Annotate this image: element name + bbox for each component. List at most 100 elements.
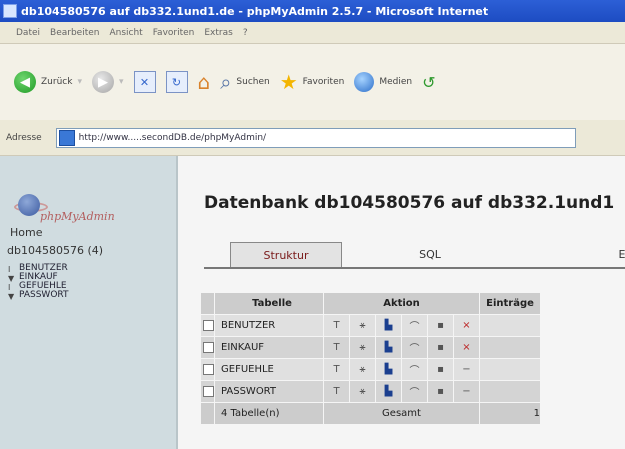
select-icon[interactable]: ⚹ [349, 336, 376, 359]
dropdown-arrow-icon[interactable]: ▾ [77, 77, 82, 87]
search-button[interactable]: ⌕ Suchen [220, 70, 270, 94]
menu-item-extras[interactable]: Extras [204, 28, 232, 38]
table-row: EINKAUF T ⚹ ▙ ⌒ ▪ × [200, 336, 541, 359]
insert-icon[interactable]: ▙ [375, 358, 402, 381]
tab-sql[interactable]: SQL [390, 242, 470, 266]
tab-bar: Struktur SQL E [204, 242, 625, 269]
main-content-frame: Datenbank db104580576 auf db332.1und1 St… [178, 156, 625, 449]
properties-icon[interactable]: ⌒ [401, 380, 428, 403]
back-label: Zurück [41, 77, 73, 87]
row-count-cell [479, 314, 541, 337]
select-icon[interactable]: ⚹ [349, 380, 376, 403]
table-row: GEFUEHLE T ⚹ ▙ ⌒ ▪ − [200, 358, 541, 381]
menu-bar: Datei Bearbeiten Ansicht Favoriten Extra… [0, 22, 625, 44]
header-tabelle: Tabelle [214, 292, 324, 315]
insert-icon[interactable]: ▙ [375, 314, 402, 337]
row-checkbox[interactable] [203, 386, 214, 397]
star-icon: ★ [279, 70, 298, 94]
home-icon[interactable]: ⌂ [198, 70, 211, 94]
menu-item-datei[interactable]: Datei [16, 28, 40, 38]
menu-item-help[interactable]: ? [243, 28, 248, 38]
history-icon[interactable]: ↺ [422, 73, 435, 92]
properties-icon[interactable]: ⌒ [401, 336, 428, 359]
table-name-cell[interactable]: PASSWORT [214, 380, 324, 403]
empty-icon[interactable]: ▪ [427, 358, 454, 381]
row-checkbox[interactable] [203, 342, 214, 353]
row-checkbox[interactable] [203, 364, 214, 375]
select-icon[interactable]: ⚹ [349, 358, 376, 381]
structure-icon[interactable]: T [323, 314, 350, 337]
page-title: Datenbank db104580576 auf db332.1und1 [204, 193, 615, 213]
table-name-cell[interactable]: GEFUEHLE [214, 358, 324, 381]
ie-icon [3, 4, 17, 18]
database-select[interactable]: db104580576 (4) [7, 244, 103, 257]
back-arrow-icon: ◀ [14, 71, 36, 93]
structure-icon[interactable]: T [323, 358, 350, 381]
media-globe-icon [354, 72, 375, 92]
structure-icon[interactable]: T [323, 380, 350, 403]
row-count-cell [479, 380, 541, 403]
table-name-cell[interactable]: EINKAUF [214, 336, 324, 359]
tab-structure[interactable]: Struktur [230, 242, 342, 267]
structure-icon[interactable]: T [323, 336, 350, 359]
forward-button[interactable]: ▶ ▾ [91, 71, 124, 93]
url-text: http://www.....secondDB.de/phpMyAdmin/ [78, 132, 267, 143]
table-row: PASSWORT T ⚹ ▙ ⌒ ▪ − [200, 380, 541, 403]
select-icon[interactable]: ⚹ [349, 314, 376, 337]
phpmyadmin-logo[interactable]: phpMyAdmin [14, 192, 115, 228]
left-navigation-frame: phpMyAdmin Home db104580576 (4) I BENUTZE… [0, 156, 178, 449]
insert-icon[interactable]: ▙ [375, 336, 402, 359]
menu-item-favoriten[interactable]: Favoriten [153, 28, 195, 38]
window-titlebar: db104580576 auf db332.1und1.de - phpMyAd… [0, 0, 625, 22]
back-button[interactable]: ◀ Zurück ▾ [14, 71, 82, 93]
window-title: db104580576 auf db332.1und1.de - phpMyAd… [21, 4, 489, 18]
row-count-cell [479, 336, 541, 359]
table-browse-icon[interactable]: I [8, 283, 15, 292]
address-bar: Adresse http://www.....secondDB.de/phpMy… [0, 120, 625, 156]
page-icon [58, 129, 75, 146]
sidebar-table-list: I BENUTZER ▼ EINKAUF I GEFUEHLE ▼ PASSWORT [8, 264, 69, 301]
browser-window: { "window": { "title": "db104580576 auf … [0, 0, 625, 449]
media-label: Medien [379, 77, 413, 87]
tab-export[interactable]: E [616, 242, 625, 266]
empty-icon[interactable]: ▪ [427, 336, 454, 359]
table-footer-row: 4 Tabelle(n) Gesamt 1 [200, 402, 541, 425]
media-button[interactable]: Medien [354, 72, 412, 92]
sidebar-table-item[interactable]: ▼ PASSWORT [8, 291, 69, 301]
empty-icon[interactable]: ▪ [427, 314, 454, 337]
table-name-cell[interactable]: BENUTZER [214, 314, 324, 337]
menu-item-bearbeiten[interactable]: Bearbeiten [50, 28, 99, 38]
table-browse-icon[interactable]: ▼ [8, 292, 15, 301]
logo-planet-icon [18, 194, 40, 216]
row-checkbox[interactable] [203, 320, 214, 331]
drop-icon[interactable]: × [453, 314, 480, 337]
table-browse-icon[interactable]: I [8, 265, 15, 274]
header-checkbox-cell [200, 292, 215, 315]
drop-icon[interactable]: × [453, 336, 480, 359]
table-header-row: Tabelle Aktion Einträge [200, 292, 541, 315]
stop-icon[interactable]: ✕ [133, 71, 156, 93]
menu-item-ansicht[interactable]: Ansicht [109, 28, 142, 38]
toolbar: ◀ Zurück ▾ ▶ ▾ ✕ ↻ ⌂ ⌕ Suchen ★ Favorite… [0, 44, 625, 120]
url-input[interactable]: http://www.....secondDB.de/phpMyAdmin/ [55, 127, 576, 148]
drop-icon[interactable]: − [453, 380, 480, 403]
refresh-icon[interactable]: ↻ [165, 71, 188, 93]
properties-icon[interactable]: ⌒ [401, 314, 428, 337]
empty-icon[interactable]: ▪ [427, 380, 454, 403]
forward-arrow-icon: ▶ [91, 71, 114, 93]
table-browse-icon[interactable]: ▼ [8, 274, 15, 283]
favorites-button[interactable]: ★ Favoriten [280, 72, 345, 92]
sum-rows: 1 [479, 402, 541, 425]
insert-icon[interactable]: ▙ [375, 380, 402, 403]
drop-icon[interactable]: − [453, 358, 480, 381]
home-link[interactable]: Home [10, 226, 42, 239]
table-row: BENUTZER T ⚹ ▙ ⌒ ▪ × [200, 314, 541, 337]
properties-icon[interactable]: ⌒ [401, 358, 428, 381]
table-count: 4 Tabelle(n) [214, 402, 324, 425]
search-icon: ⌕ [220, 70, 232, 94]
favorites-label: Favoriten [302, 77, 345, 87]
header-aktion: Aktion [323, 292, 480, 315]
logo-text: phpMyAdmin [40, 210, 115, 223]
address-label: Adresse [6, 132, 42, 143]
dropdown-arrow-icon[interactable]: ▾ [119, 77, 124, 87]
